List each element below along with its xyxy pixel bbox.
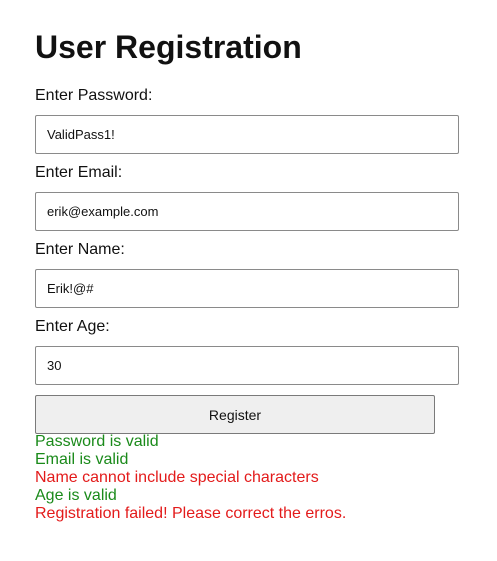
name-label: Enter Name: (35, 241, 125, 258)
age-valid-message: Age is valid (35, 487, 117, 504)
password-field[interactable] (35, 115, 459, 154)
validation-messages: Password is valid Email is valid Name ca… (35, 433, 346, 523)
email-field[interactable] (35, 192, 459, 231)
password-valid-message: Password is valid (35, 433, 159, 450)
name-field[interactable] (35, 269, 459, 308)
age-label: Enter Age: (35, 318, 110, 335)
register-button[interactable]: Register (35, 395, 435, 434)
page-title: User Registration (35, 29, 302, 65)
registration-result-message: Registration failed! Please correct the … (35, 505, 347, 522)
email-valid-message: Email is valid (35, 451, 129, 468)
password-label: Enter Password: (35, 87, 153, 104)
email-label: Enter Email: (35, 164, 123, 181)
name-error-message: Name cannot include special characters (35, 469, 319, 486)
age-field[interactable] (35, 346, 459, 385)
